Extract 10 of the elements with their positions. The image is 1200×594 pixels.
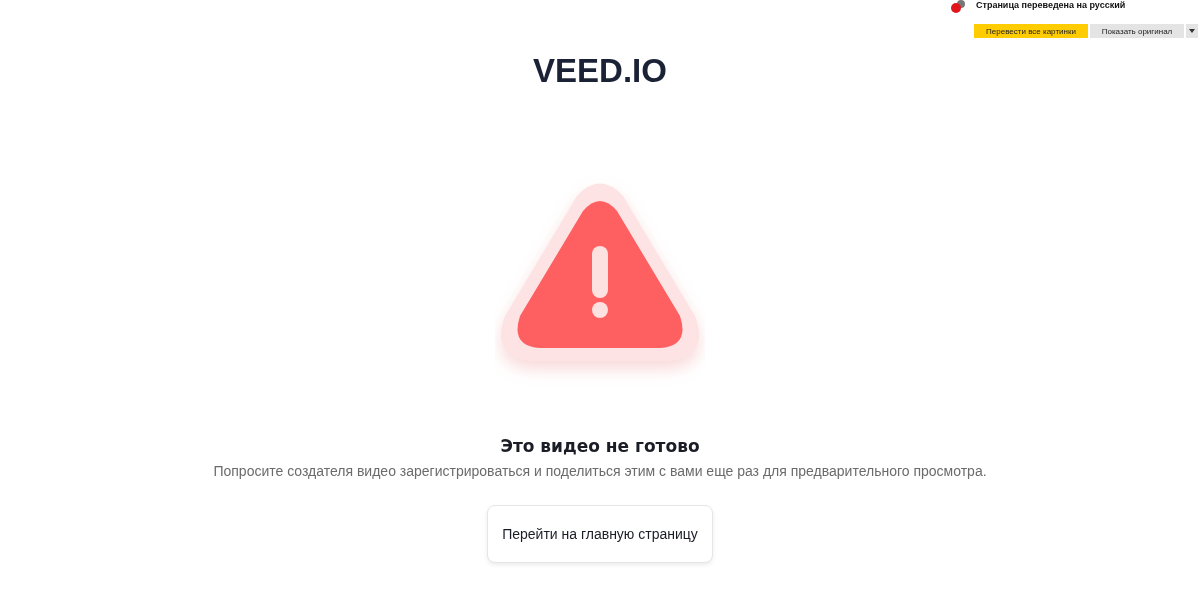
translate-icon[interactable] [950, 0, 966, 14]
translate-images-button[interactable]: Перевести все картинки [974, 24, 1088, 38]
logo: VEED.IO [533, 52, 667, 90]
home-button[interactable]: Перейти на главную страницу [487, 505, 713, 563]
caret-icon [1189, 29, 1195, 33]
dropdown-button[interactable] [1186, 24, 1198, 38]
error-message: Попросите создателя видео зарегистрироваться и поделиться этим с вами еще раз для предварительного просмотра. [213, 463, 987, 479]
show-original-button[interactable]: Показать оригинал [1090, 24, 1184, 38]
error-title: Это видео не готово [500, 436, 700, 456]
translation-message: Страница переведена на русский [976, 0, 1126, 11]
